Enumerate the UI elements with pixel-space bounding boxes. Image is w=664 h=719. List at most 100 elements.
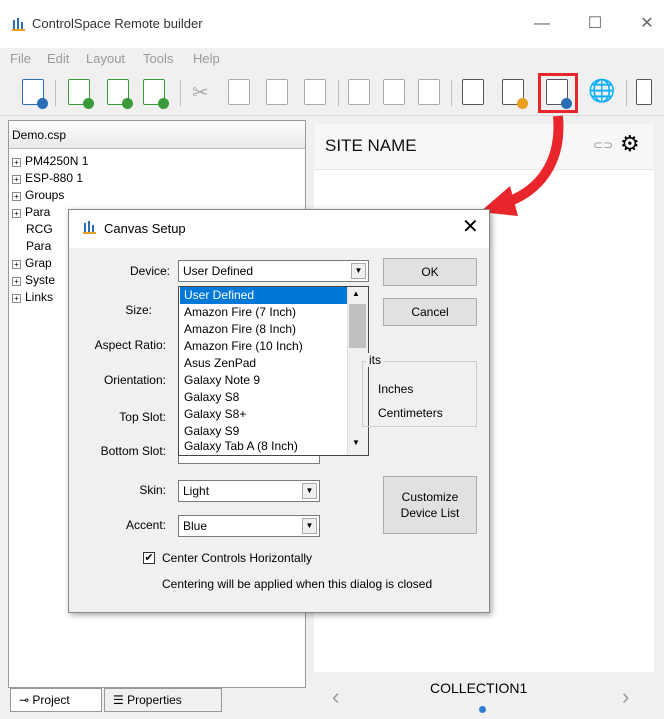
menu-tools[interactable]: Tools <box>143 51 173 66</box>
menu-edit[interactable]: Edit <box>47 51 69 66</box>
device-icon[interactable] <box>636 79 652 105</box>
copy-icon[interactable] <box>228 79 250 105</box>
tab-properties[interactable]: ☰ Properties <box>104 688 222 712</box>
link-icon[interactable]: ⊂⊃ <box>593 138 613 152</box>
window-title: ControlSpace Remote builder <box>32 16 203 31</box>
tree-item-label: PM4250N 1 <box>25 154 89 168</box>
toolbar-separator <box>180 80 181 106</box>
dropdown-option[interactable]: Galaxy Note 9 <box>180 372 348 389</box>
expand-icon[interactable]: + <box>12 277 21 286</box>
close-button[interactable]: ✕ <box>632 14 662 34</box>
menu-layout[interactable]: Layout <box>86 51 125 66</box>
project-file-name[interactable]: Demo.csp <box>12 128 66 142</box>
paste-icon[interactable] <box>266 79 288 105</box>
page-list-icon[interactable] <box>418 79 440 105</box>
refresh-page-icon[interactable] <box>107 79 133 109</box>
ok-button[interactable]: OK <box>383 258 477 286</box>
units-legend: its <box>366 353 384 367</box>
accent-select[interactable]: Blue ▼ <box>178 515 320 537</box>
center-controls-checkbox[interactable]: ✔ <box>143 552 155 564</box>
tree-item[interactable]: + PM4250N 1 <box>12 154 88 168</box>
properties-tab-icon: ☰ <box>113 693 124 707</box>
expand-icon[interactable]: + <box>12 192 21 201</box>
orientation-label: Orientation: <box>103 373 166 387</box>
minimize-button[interactable]: — <box>527 14 557 34</box>
page-icon[interactable] <box>348 79 370 105</box>
dialog-title: Canvas Setup <box>104 221 186 236</box>
skin-select-value: Light <box>183 484 210 498</box>
accent-label: Accent: <box>125 518 166 532</box>
tree-item[interactable]: + Para <box>12 205 50 219</box>
scroll-up-icon[interactable]: ▲ <box>352 289 360 298</box>
menu-file[interactable]: File <box>10 51 31 66</box>
units-inches-option[interactable]: Inches <box>378 382 413 396</box>
tree-item-label: RCG <box>26 222 53 236</box>
tab-project-label: Project <box>32 693 70 707</box>
app-logo-icon <box>12 17 26 31</box>
tree-item[interactable]: + Grap <box>12 256 52 270</box>
maximize-button[interactable]: ☐ <box>580 14 610 34</box>
toolbar-separator <box>338 80 339 106</box>
chevron-down-icon[interactable]: ▼ <box>302 518 317 534</box>
project-tab-icon: ⊸ <box>19 693 30 707</box>
cut-icon[interactable]: ✂ <box>192 80 209 105</box>
dropdown-option[interactable]: Amazon Fire (7 Inch) <box>180 304 348 321</box>
expand-icon[interactable]: + <box>12 294 21 303</box>
device-select[interactable]: User Defined ▼ <box>178 260 369 282</box>
select-control-icon[interactable] <box>462 79 484 105</box>
dropdown-option[interactable]: Amazon Fire (8 Inch) <box>180 321 348 338</box>
dropdown-option[interactable]: Galaxy Tab A (8 Inch) <box>180 438 348 455</box>
page-settings-icon[interactable] <box>383 79 405 105</box>
next-arrow-icon[interactable]: › <box>622 684 629 710</box>
page-indicator-dot <box>479 706 486 713</box>
customize-line2: Device List <box>400 506 460 520</box>
tree-item[interactable]: + Links <box>12 290 53 304</box>
annotation-arrow-icon <box>480 115 564 216</box>
delete-icon[interactable] <box>304 79 326 105</box>
dropdown-option[interactable]: Galaxy S8 <box>180 389 348 406</box>
skin-label: Skin: <box>139 483 166 497</box>
tree-item[interactable]: Para <box>26 239 51 253</box>
globe-icon[interactable]: 🌐 <box>588 78 615 104</box>
dropdown-option[interactable]: Asus ZenPad <box>180 355 348 372</box>
skin-select[interactable]: Light ▼ <box>178 480 320 502</box>
device-select-value: User Defined <box>183 264 254 278</box>
toolbar-separator <box>626 80 627 106</box>
chevron-down-icon[interactable]: ▼ <box>351 263 366 279</box>
expand-icon[interactable]: + <box>12 209 21 218</box>
tree-item[interactable]: + Syste <box>12 273 55 287</box>
control-grid-icon[interactable] <box>502 79 528 109</box>
expand-icon[interactable]: + <box>12 260 21 269</box>
tree-item-label: Syste <box>25 273 56 287</box>
dropdown-option[interactable]: User Defined <box>180 287 348 304</box>
cancel-button[interactable]: Cancel <box>383 298 477 326</box>
dropdown-option[interactable]: Galaxy S8+ <box>180 406 348 423</box>
tree-item[interactable]: + ESP-880 1 <box>12 171 83 185</box>
accent-select-value: Blue <box>183 519 208 533</box>
canvas-setup-icon[interactable] <box>546 79 572 109</box>
dialog-close-button[interactable]: ✕ <box>462 214 479 239</box>
tree-item[interactable]: RCG <box>26 222 53 236</box>
customize-device-list-button[interactable]: Customize Device List <box>383 476 477 534</box>
new-page-icon[interactable] <box>68 79 94 109</box>
scrollbar-thumb[interactable] <box>349 304 366 348</box>
center-controls-label: Center Controls Horizontally <box>162 551 313 565</box>
dropdown-option[interactable]: Amazon Fire (10 Inch) <box>180 338 348 355</box>
prev-arrow-icon[interactable]: ‹ <box>332 684 339 710</box>
chevron-down-icon[interactable]: ▼ <box>302 483 317 499</box>
aspect-ratio-label: Aspect Ratio: <box>94 338 166 352</box>
tab-properties-label: Properties <box>127 693 182 707</box>
save-project-icon[interactable] <box>22 79 48 109</box>
gear-icon[interactable]: ⚙ <box>620 131 640 157</box>
units-centimeters-option[interactable]: Centimeters <box>378 406 443 420</box>
expand-icon[interactable]: + <box>12 175 21 184</box>
dialog-logo-icon <box>83 220 97 237</box>
toolbar-separator <box>55 80 56 106</box>
customize-line1: Customize <box>401 490 459 504</box>
scroll-down-icon[interactable]: ▼ <box>352 438 360 447</box>
tree-item[interactable]: + Groups <box>12 188 64 202</box>
menu-help[interactable]: Help <box>193 51 220 66</box>
tab-project[interactable]: ⊸ Project <box>10 688 102 712</box>
save-page-icon[interactable] <box>143 79 169 109</box>
expand-icon[interactable]: + <box>12 158 21 167</box>
